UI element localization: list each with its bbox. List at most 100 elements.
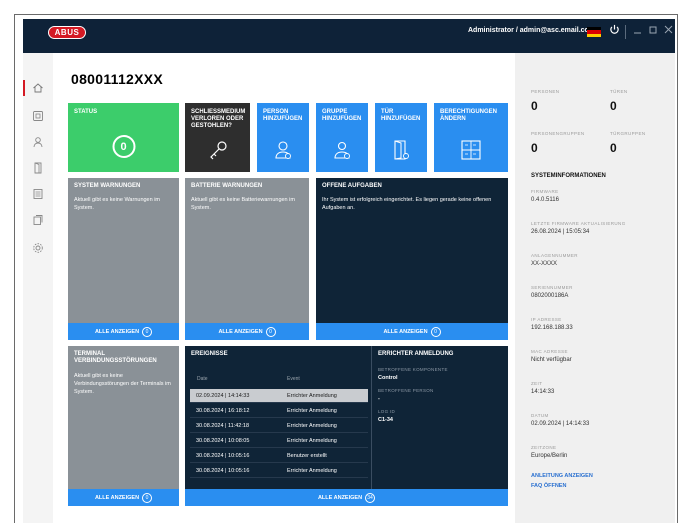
battery-warnings-show-all-button[interactable]: ALLE ANZEIGEN 0 — [185, 323, 309, 340]
count-badge: 0 — [265, 326, 276, 337]
firmware-value: 0.4.0.5116 — [531, 197, 559, 203]
timezone-value: Europe/Berlin — [531, 453, 568, 459]
status-tile-title: STATUS — [74, 109, 98, 115]
event-row[interactable]: 30.08.2024 | 10:05:16 Errichter Anmeldun… — [190, 464, 368, 478]
change-permissions-tile-title: BERECHTIGUNGEN ÄNDERN — [440, 109, 498, 122]
open-tasks-text: Ihr System ist erfolgreich eingerichtet.… — [322, 197, 492, 211]
serial-number-label: SERIENNUMMER — [531, 285, 573, 290]
time-value: 14:14:33 — [531, 389, 555, 395]
user-account-label[interactable]: Administrator / admin@asc.email.com — [468, 27, 595, 34]
mac-address-label: MAC ADRESSE — [531, 349, 568, 354]
person-groups-count: 0 — [531, 141, 538, 155]
abus-logo: ABUS — [48, 26, 86, 39]
persons-count: 0 — [531, 99, 538, 113]
top-bar: ABUS Administrator / admin@asc.email.com — [23, 19, 675, 53]
power-icon[interactable] — [609, 24, 620, 39]
doors-label: TÜREN — [610, 89, 628, 94]
sidebar-item-doors[interactable] — [23, 157, 53, 179]
system-warnings-show-all-button[interactable]: ALLE ANZEIGEN 0 — [68, 323, 179, 340]
event-row[interactable]: 30.08.2024 | 11:42:18 Errichter Anmeldun… — [190, 419, 368, 433]
mac-address-value: Nicht verfügbar — [531, 357, 572, 363]
log-id-label: LOG ID — [378, 409, 396, 414]
add-group-tile-title: GRUPPE HINZUFÜGEN — [322, 109, 362, 122]
change-permissions-tile[interactable]: BERECHTIGUNGEN ÄNDERN — [434, 103, 508, 172]
system-code-title: 08001112XXX — [71, 71, 164, 87]
ip-address-value: 192.168.188.33 — [531, 325, 573, 331]
timezone-label: ZEITZONE — [531, 445, 557, 450]
event-row[interactable]: 30.08.2024 | 10:05:16 Benutzer erstellt — [190, 449, 368, 463]
german-flag-icon[interactable] — [587, 27, 601, 37]
add-door-tile[interactable]: TÜR HINZUFÜGEN — [375, 103, 427, 172]
add-group-tile[interactable]: GRUPPE HINZUFÜGEN — [316, 103, 368, 172]
lost-medium-tile[interactable]: SCHLIESSMEDIUM VERLOREN ODER GESTOHLEN? — [185, 103, 250, 172]
show-all-label: ALLE ANZEIGEN — [94, 494, 140, 501]
list-icon — [33, 189, 43, 199]
sidebar-item-settings[interactable] — [23, 237, 53, 259]
firmware-label: FIRMWARE — [531, 189, 559, 194]
sidebar-item-list[interactable] — [23, 183, 53, 205]
minimize-icon[interactable] — [633, 24, 642, 39]
open-tasks-show-all-button[interactable]: ALLE ANZEIGEN 0 — [316, 323, 508, 340]
sidebar-item-copy[interactable] — [23, 209, 53, 231]
add-person-tile[interactable]: PERSON HINZUFÜGEN — [257, 103, 309, 172]
show-all-label: ALLE ANZEIGEN — [317, 494, 363, 501]
sidebar-item-devices[interactable] — [23, 105, 53, 127]
show-manual-link[interactable]: ANLEITUNG ANZEIGEN — [531, 473, 593, 479]
home-icon — [33, 83, 43, 93]
event-row[interactable]: 30.08.2024 | 10:08:05 Errichter Anmeldun… — [190, 434, 368, 448]
event-row[interactable]: 30.08.2024 | 16:18:12 Errichter Anmeldun… — [190, 404, 368, 418]
battery-warnings-card: BATTERIE WARNUNGEN Aktuell gibt es keine… — [185, 178, 309, 340]
affected-person-label: BETROFFENE PERSON — [378, 388, 434, 393]
installation-number-label: ANLAGENNUMMER — [531, 253, 578, 258]
last-firmware-update-label: LETZTE FIRMWARE AKTUALISIERUNG — [531, 221, 626, 226]
add-door-icon — [391, 139, 411, 166]
topbar-separator — [625, 25, 626, 39]
maximize-icon[interactable] — [649, 24, 658, 39]
affected-component-value: Control — [378, 375, 398, 381]
terminal-errors-show-all-button[interactable]: ALLE ANZEIGEN 0 — [68, 489, 179, 506]
key-icon — [207, 139, 229, 166]
date-label: DATUM — [531, 413, 549, 418]
door-groups-count: 0 — [610, 141, 617, 155]
last-firmware-update-value: 26.08.2024 | 15:05:34 — [531, 229, 590, 235]
show-all-label: ALLE ANZEIGEN — [94, 328, 140, 335]
affected-person-value: - — [378, 396, 380, 402]
events-show-all-button[interactable]: ALLE ANZEIGEN 34 — [185, 489, 508, 506]
lost-medium-tile-title: SCHLIESSMEDIUM VERLOREN ODER GESTOHLEN? — [191, 109, 246, 129]
open-tasks-card: OFFENE AUFGABEN Ihr System ist erfolgrei… — [316, 178, 508, 340]
count-badge: 0 — [142, 326, 153, 337]
system-warnings-text: Aktuell gibt es keine Warnungen im Syste… — [74, 197, 161, 211]
installation-number-value: XX-XXXX — [531, 261, 558, 267]
close-icon[interactable] — [664, 24, 673, 39]
terminal-errors-title: TERMINAL VERBINDUNGSSTÖRUNGEN — [74, 351, 157, 364]
events-col-event: Event — [287, 376, 300, 382]
count-badge: 0 — [430, 326, 441, 337]
show-all-label: ALLE ANZEIGEN — [218, 328, 263, 335]
terminal-errors-text: Aktuell gibt es keine Verbindungsstörung… — [74, 373, 171, 395]
open-faq-link[interactable]: FAQ ÖFFNEN — [531, 483, 566, 489]
sidebar — [23, 53, 53, 523]
permissions-icon — [460, 139, 482, 166]
settings-icon — [33, 243, 43, 253]
time-label: ZEIT — [531, 381, 543, 386]
sidebar-item-users[interactable] — [23, 131, 53, 153]
ip-address-label: IP ADRESSE — [531, 317, 562, 322]
count-badge: 34 — [365, 492, 376, 503]
status-count-badge: 0 — [112, 135, 135, 158]
copy-icon — [33, 215, 43, 225]
status-tile[interactable]: STATUS 0 — [68, 103, 179, 172]
show-all-label: ALLE ANZEIGEN — [383, 328, 428, 335]
add-group-icon — [331, 139, 353, 166]
events-card: EREIGNISSE Date Event 02.09.2024 | 14:14… — [185, 346, 508, 506]
system-warnings-card: SYSTEM WARNUNGEN Aktuell gibt es keine W… — [68, 178, 179, 340]
dashboard-main: 08001112XXX STATUS 0 SCHLIESSMEDIUM VERL… — [53, 53, 515, 523]
event-row[interactable]: 02.09.2024 | 14:14:33 Errichter Anmeldun… — [190, 389, 368, 403]
system-warnings-title: SYSTEM WARNUNGEN — [74, 183, 141, 189]
person-groups-label: PERSONENGRUPPEN — [531, 131, 585, 136]
system-info-title: SYSTEMINFORMATIONEN — [531, 173, 606, 179]
events-col-date: Date — [197, 376, 208, 382]
event-detail-panel: ERRICHTER ANMELDUNG BETROFFENE KOMPONENT… — [372, 346, 508, 489]
open-tasks-title: OFFENE AUFGABEN — [322, 183, 382, 189]
doors-count: 0 — [610, 99, 617, 113]
sidebar-item-home[interactable] — [23, 77, 53, 99]
